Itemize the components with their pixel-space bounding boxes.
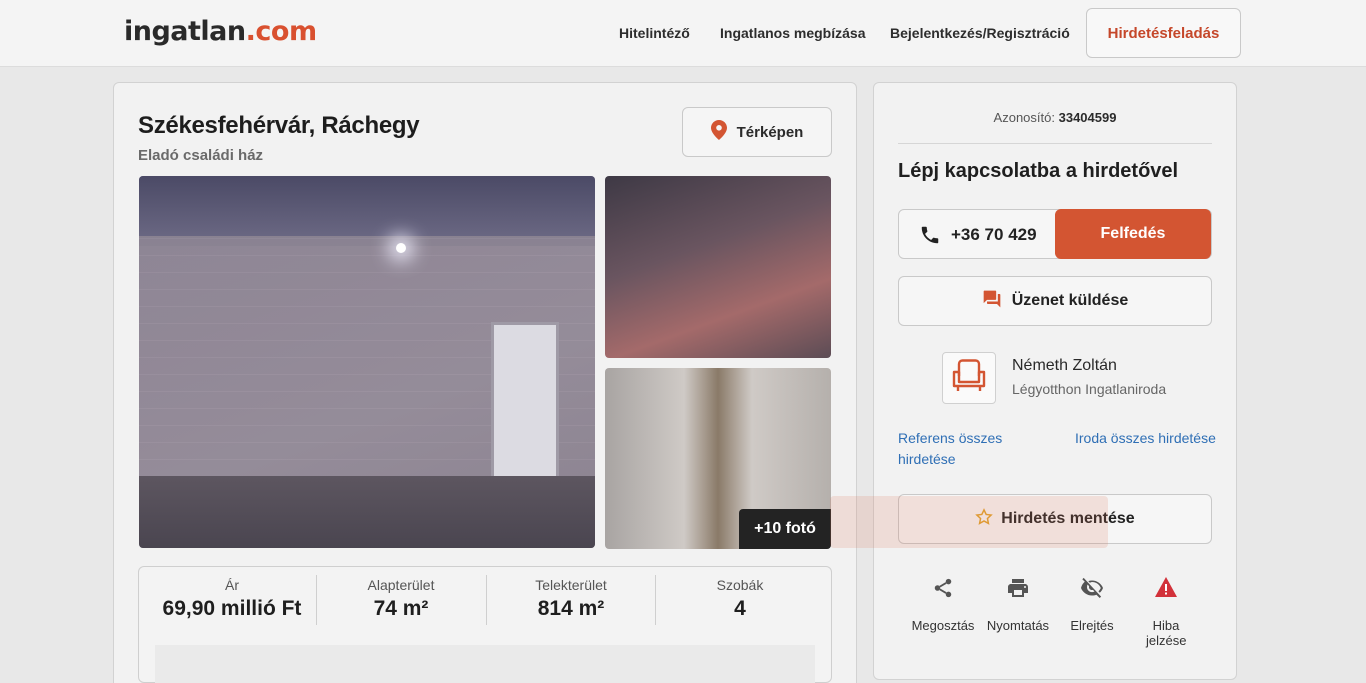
overlay-remnant bbox=[830, 496, 1108, 548]
stat-price: Ár 69,90 millió Ft bbox=[149, 577, 315, 621]
nav-login-register[interactable]: Bejelentkezés/Regisztráció bbox=[890, 25, 1070, 41]
reveal-phone-button[interactable]: Felfedés bbox=[1055, 209, 1211, 259]
more-photos-badge[interactable]: +10 fotó bbox=[739, 509, 831, 549]
phone-icon bbox=[919, 224, 941, 251]
hide-action[interactable]: Elrejtés bbox=[1052, 576, 1132, 633]
stat-plot-area: Telekterület 814 m² bbox=[487, 577, 655, 621]
stat-rooms: Szobák 4 bbox=[656, 577, 824, 621]
stat-label: Szobák bbox=[716, 577, 764, 593]
printer-icon bbox=[978, 576, 1058, 602]
photo-lamp bbox=[396, 243, 406, 253]
contact-title: Lépj kapcsolatba a hirdetővel bbox=[898, 160, 1179, 182]
nav-agent-assignment[interactable]: Ingatlanos megbízása bbox=[720, 25, 865, 41]
nav-loan-comparison[interactable]: Hitelintéző bbox=[619, 25, 690, 41]
share-action[interactable]: Megosztás bbox=[903, 576, 983, 633]
agent-name: Németh Zoltán bbox=[1012, 357, 1117, 374]
stat-value: 4 bbox=[734, 597, 746, 620]
chat-icon bbox=[982, 289, 1002, 314]
listing-id-value: 33404599 bbox=[1058, 110, 1117, 125]
agent-office: Légyotthon Ingatlaniroda bbox=[1012, 381, 1167, 397]
stat-value: 814 m² bbox=[537, 597, 605, 620]
listing-id: Azonosító: 33404599 bbox=[874, 110, 1236, 125]
agent-all-listings-link[interactable]: Referens összes hirdetése bbox=[898, 428, 1018, 470]
stats-lower-panel bbox=[155, 645, 815, 683]
map-button-label: Térképen bbox=[736, 123, 804, 141]
photo-door bbox=[491, 322, 559, 502]
key-stats: Ár 69,90 millió Ft Alapterület 74 m² Tel… bbox=[138, 566, 832, 683]
map-pin-icon bbox=[710, 120, 727, 144]
map-button[interactable]: Térképen bbox=[682, 107, 832, 157]
stat-value: 69,90 millió Ft bbox=[162, 597, 302, 620]
stat-value: 74 m² bbox=[373, 597, 429, 620]
warning-icon bbox=[1126, 576, 1206, 602]
send-message-button[interactable]: Üzenet küldése bbox=[898, 276, 1212, 326]
hide-label: Elrejtés bbox=[1070, 618, 1114, 633]
site-logo[interactable]: ingatlan.com bbox=[124, 16, 317, 47]
eye-off-icon bbox=[1052, 576, 1132, 602]
armchair-icon bbox=[950, 358, 988, 399]
stat-label: Ár bbox=[225, 577, 239, 593]
main-photo[interactable] bbox=[139, 176, 595, 548]
listing-title: Székesfehérvár, Ráchegy bbox=[138, 112, 420, 139]
stat-label: Telekterület bbox=[535, 577, 607, 593]
site-header: ingatlan.com Hitelintéző Ingatlanos megb… bbox=[0, 0, 1366, 67]
photo-ground bbox=[139, 476, 595, 548]
phone-number: +36 70 429 bbox=[951, 225, 1037, 244]
stat-floor-area: Alapterület 74 m² bbox=[317, 577, 485, 621]
share-icon bbox=[903, 576, 983, 602]
agent-avatar[interactable] bbox=[942, 352, 996, 404]
stat-label: Alapterület bbox=[367, 577, 435, 593]
report-label: Hiba jelzése bbox=[1146, 618, 1187, 648]
office-all-listings-link[interactable]: Iroda összes hirdetése bbox=[1075, 428, 1216, 449]
print-action[interactable]: Nyomtatás bbox=[978, 576, 1058, 633]
divider bbox=[898, 143, 1212, 144]
listing-id-label: Azonosító: bbox=[993, 110, 1055, 125]
print-label: Nyomtatás bbox=[986, 618, 1050, 633]
post-listing-button[interactable]: Hirdetésfeladás bbox=[1086, 8, 1241, 58]
logo-main: ingatlan bbox=[124, 16, 246, 47]
listing-subtitle: Eladó családi ház bbox=[138, 147, 264, 164]
logo-tld: .com bbox=[245, 16, 317, 47]
share-label: Megosztás bbox=[911, 618, 975, 633]
send-message-label: Üzenet küldése bbox=[1011, 292, 1129, 309]
report-action[interactable]: Hiba jelzése bbox=[1126, 576, 1206, 648]
photo-thumbnail-1[interactable] bbox=[605, 176, 831, 358]
